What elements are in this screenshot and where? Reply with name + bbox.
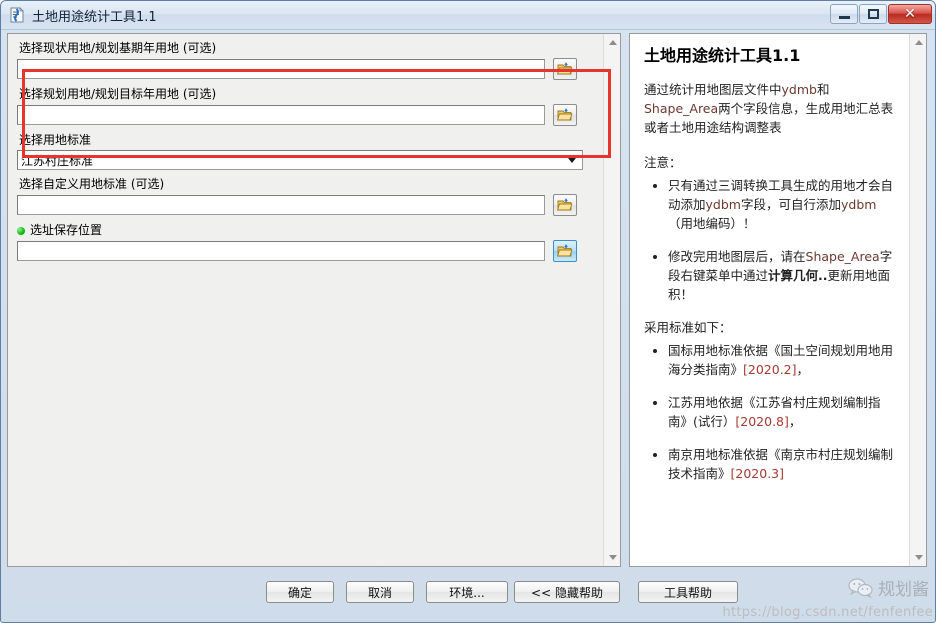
watermark-url: https://blog.csdn.net/fenfenfee (722, 605, 933, 620)
close-icon: ✕ (904, 6, 916, 22)
help-standards-heading: 采用标准如下： (644, 320, 732, 335)
close-button[interactable]: ✕ (888, 4, 932, 24)
parameter-form: 选择现状用地/规划基期年用地 (可选) 选择规划用地/规划目标年用地 (可选) … (8, 34, 604, 269)
help-standard-item: 国标用地标准依据《国土空间规划用地用海分类指南》[2020.2]， (668, 341, 897, 379)
window-controls: ✕ (830, 4, 932, 24)
param-planned-landuse: 选择规划用地/规划目标年用地 (可选) (17, 87, 604, 126)
scroll-up-button[interactable] (910, 34, 926, 51)
param-current-landuse-input[interactable] (17, 59, 545, 79)
help-standard-item: 江苏用地依据《江苏省村庄规划编制指南》(试行）[2020.8]， (668, 393, 897, 431)
dialog-content: 选择现状用地/规划基期年用地 (可选) 选择规划用地/规划目标年用地 (可选) … (1, 30, 935, 570)
help-notes-heading: 注意： (644, 155, 682, 170)
script-tool-icon (8, 6, 26, 24)
param-output-location-label: 选址保存位置 (30, 223, 103, 237)
help-scrollbar[interactable] (909, 34, 926, 566)
window-title: 土地用途统计工具1.1 (32, 9, 157, 25)
note1-text-c: （用地编码）！ (668, 216, 756, 231)
param-custom-standard-input[interactable] (17, 195, 545, 215)
help-standards-list: 国标用地标准依据《国土空间规划用地用海分类指南》[2020.2]， 江苏用地依据… (644, 341, 897, 483)
help-intro-a: 通过统计用地图层文件中 (644, 82, 782, 97)
folder-open-icon (557, 108, 573, 121)
browse-folder-button-2[interactable] (553, 104, 577, 126)
watermark: 规划酱 (848, 575, 929, 600)
title-bar: 土地用途统计工具1.1 ✕ (1, 1, 935, 30)
param-custom-standard: 选择自定义用地标准 (可选) (17, 177, 604, 216)
param-landuse-standard-value: 江苏村庄标准 (21, 153, 94, 168)
maximize-button[interactable] (859, 4, 887, 24)
maximize-icon (867, 9, 879, 19)
minimize-button[interactable] (830, 4, 858, 24)
standard2-tail: ， (788, 414, 802, 429)
note1-field-ydbm-1: ydbm (705, 197, 741, 212)
param-output-location: 选址保存位置 (17, 223, 604, 262)
note2-field-shape-area: Shape_Area (805, 249, 880, 264)
help-title: 土地用途统计工具1.1 (644, 46, 801, 65)
help-notes-list: 只有通过三调转换工具生成的用地才会自动添加ydbm字段，可自行添加ydbm（用地… (644, 176, 897, 304)
standard1-tail: ， (796, 362, 810, 377)
environments-button[interactable]: 环境... (426, 581, 508, 603)
help-intro-field-shape-area: Shape_Area (644, 101, 719, 116)
standard1-ref: [2020.2] (743, 362, 797, 377)
help-panel: 土地用途统计工具1.1 通过统计用地图层文件中ydmb和Shape_Area两个… (629, 33, 927, 567)
help-intro: 通过统计用地图层文件中ydmb和Shape_Area两个字段信息，生成用地汇总表… (644, 80, 897, 137)
chevron-down-icon (568, 157, 576, 163)
param-landuse-standard-label: 选择用地标准 (19, 133, 92, 147)
note1-field-ydbm-2: ydbm (840, 197, 877, 212)
param-planned-landuse-label: 选择规划用地/规划目标年用地 (可选) (19, 87, 217, 101)
scroll-down-button[interactable] (910, 549, 926, 566)
help-intro-field-ydmb: ydmb (781, 82, 817, 97)
required-dot-icon (17, 226, 25, 235)
scroll-up-button[interactable] (604, 34, 620, 51)
help-intro-c: 和 (816, 82, 830, 97)
folder-open-icon (557, 198, 573, 211)
minimize-icon (838, 15, 850, 19)
tool-dialog-window: 土地用途统计工具1.1 ✕ 选择现状用地/规划基期年用地 (可选) 选择规划用地… (0, 0, 936, 623)
folder-open-icon (557, 62, 573, 75)
param-landuse-standard: 选择用地标准 江苏村庄标准 (17, 133, 604, 170)
param-planned-landuse-input[interactable] (17, 105, 545, 125)
standard3-ref: [2020.3] (730, 466, 785, 481)
help-note-item: 只有通过三调转换工具生成的用地才会自动添加ydbm字段，可自行添加ydbm（用地… (668, 176, 897, 233)
hide-help-button[interactable]: << 隐藏帮助 (514, 581, 620, 603)
parameters-panel: 选择现状用地/规划基期年用地 (可选) 选择规划用地/规划目标年用地 (可选) … (7, 33, 621, 567)
help-content: 土地用途统计工具1.1 通过统计用地图层文件中ydmb和Shape_Area两个… (630, 34, 911, 566)
browse-folder-button-1[interactable] (553, 58, 577, 80)
tool-help-button[interactable]: 工具帮助 (638, 581, 738, 603)
note2-menu-calc-geometry: 计算几何.. (768, 268, 828, 283)
standard2-ref: [2020.8] (735, 414, 789, 429)
wechat-icon (848, 577, 873, 598)
ok-button[interactable]: 确定 (266, 581, 334, 603)
dialog-footer: 确定 取消 环境... << 隐藏帮助 工具帮助 规划酱 https://blo… (1, 568, 935, 622)
browse-folder-button-3[interactable] (553, 194, 577, 216)
param-landuse-standard-select[interactable]: 江苏村庄标准 (17, 150, 583, 170)
note2-text-a: 修改完用地图层后，请在 (668, 249, 806, 264)
browse-folder-button-4[interactable] (553, 240, 577, 262)
cancel-button[interactable]: 取消 (346, 581, 414, 603)
param-current-landuse-label: 选择现状用地/规划基期年用地 (可选) (19, 41, 217, 55)
watermark-brand: 规划酱 (878, 580, 929, 600)
folder-open-icon (557, 244, 573, 257)
param-current-landuse: 选择现状用地/规划基期年用地 (可选) (17, 41, 604, 80)
note1-text-b: 字段，可自行添加 (740, 197, 841, 212)
param-output-location-input[interactable] (17, 241, 545, 261)
parameters-scrollbar[interactable] (603, 34, 620, 566)
help-note-item: 修改完用地图层后，请在Shape_Area字段右键菜单中通过计算几何..更新用地… (668, 247, 897, 304)
help-standard-item: 南京用地标准依据《南京市村庄规划编制技术指南》[2020.3] (668, 445, 897, 483)
scroll-down-button[interactable] (604, 549, 620, 566)
param-custom-standard-label: 选择自定义用地标准 (可选) (19, 177, 165, 191)
